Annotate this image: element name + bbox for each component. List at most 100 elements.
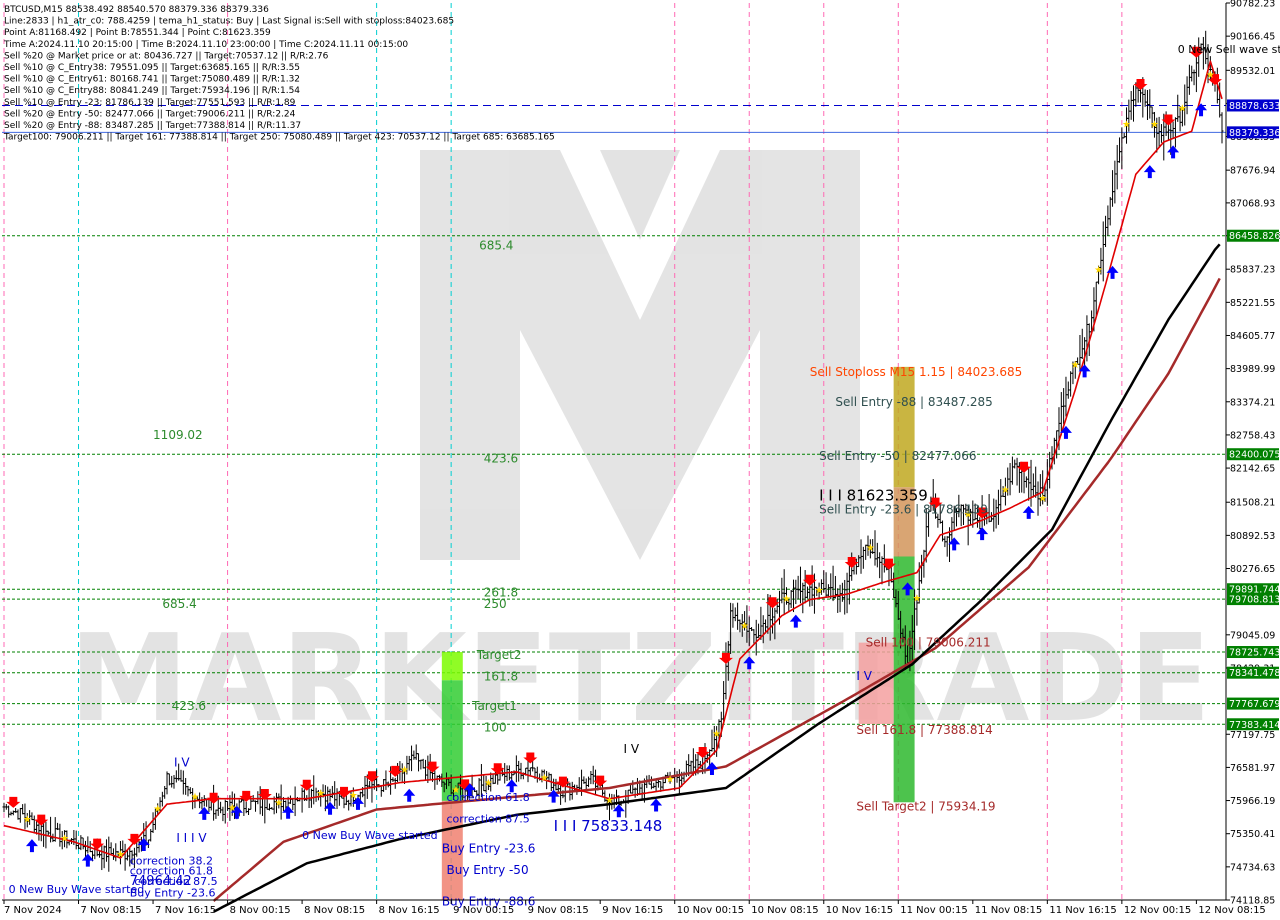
info-line: Target100: 79006.211 || Target 161: 7738…: [3, 133, 555, 143]
chart-annotation: Sell Entry -50 | 82477.066: [819, 449, 976, 463]
chart-annotation: 423.6: [484, 451, 518, 465]
star-icon: ★: [349, 791, 358, 802]
star-icon: ★: [153, 804, 162, 815]
x-tick-label: 7 Nov 16:15: [155, 905, 216, 916]
star-icon: ★: [1094, 265, 1103, 276]
chart-annotation: I V: [856, 669, 872, 683]
info-line: Point A:81168.492 | Point B:78551.344 | …: [4, 28, 271, 38]
y-tick-label: 83374.21: [1230, 397, 1275, 408]
chart-annotation: correction 87.5: [446, 812, 529, 825]
chart-annotation: I V: [174, 755, 190, 769]
chart-annotation: Sell Entry -88 | 83487.285: [835, 395, 992, 409]
chart-annotation: 1109.02: [153, 428, 203, 442]
price-chart[interactable]: MARKETZITRADE ★ ★ ★ ★ ★ ★ ★ ★ ★ ★ ★ ★ ★ ★ ★ ★ ★ ★ ★ ★ ★ ★ ★ ★ ★ ★…: [0, 0, 1280, 920]
star-icon: ★: [782, 594, 791, 605]
star-icon: ★: [540, 773, 549, 784]
y-tick-label: 82758.43: [1230, 430, 1275, 441]
x-tick-label: 10 Nov 00:15: [677, 905, 744, 916]
star-icon: ★: [60, 834, 69, 845]
level-price-label: 77767.679: [1229, 699, 1280, 710]
info-line: Sell %20 @ Entry -50: 82477.066 || Targe…: [4, 109, 296, 119]
info-line: Sell %10 @ C_Entry38: 79551.095 || Targe…: [4, 63, 300, 73]
info-line: Sell %10 @ C_Entry61: 80168.741 || Targe…: [4, 75, 300, 85]
price-axis[interactable]: 90782.2390166.4589532.0188917.2888302.55…: [1225, 0, 1280, 907]
star-icon: ★: [1071, 360, 1080, 371]
star-icon: ★: [1122, 120, 1131, 131]
chart-annotation: 685.4: [162, 597, 196, 611]
info-line: Sell %20 @ Market price or at: 80436.727…: [4, 51, 329, 61]
star-icon: ★: [866, 543, 875, 554]
x-tick-label: 12 Nov 00:15: [1124, 905, 1191, 916]
x-tick-label: 7 Nov 08:15: [81, 905, 142, 916]
star-icon: ★: [400, 765, 409, 776]
info-line: Sell %10 @ Entry -23: 81786.139 || Targe…: [4, 98, 296, 108]
chart-annotation: I I I 75833.148: [554, 817, 663, 835]
x-tick-label: 11 Nov 08:15: [975, 905, 1042, 916]
x-tick-label: 7 Nov 2024: [4, 905, 62, 916]
chart-annotation: Target2: [476, 648, 522, 662]
y-tick-label: 90166.45: [1230, 32, 1275, 43]
star-icon: ★: [190, 792, 199, 803]
level-price-label: 78341.478: [1229, 668, 1280, 679]
star-icon: ★: [116, 849, 125, 860]
level-price-label: 82400.075: [1229, 450, 1280, 461]
chart-annotation: 0 New Buy Wave started: [302, 829, 438, 842]
y-tick-label: 87676.94: [1230, 166, 1275, 177]
info-line: BTCUSD,M15 88538.492 88540.570 88379.336…: [4, 5, 269, 15]
star-icon: ★: [316, 788, 325, 799]
x-tick-label: 9 Nov 08:15: [528, 905, 589, 916]
level-price-label: 86458.826: [1229, 231, 1280, 242]
x-tick-label: 8 Nov 16:15: [379, 905, 440, 916]
y-tick-label: 87068.93: [1230, 198, 1275, 209]
y-tick-label: 74734.63: [1230, 862, 1275, 873]
signal-zone: [893, 366, 915, 488]
x-tick-label: 12 Nov 08:15: [1198, 905, 1265, 916]
info-line: Sell %20 @ Entry -88: 83487.285 || Targe…: [4, 121, 301, 131]
chart-annotation: 74964.42: [130, 874, 192, 889]
y-tick-label: 75966.19: [1230, 796, 1275, 807]
chart-annotation: Sell 161.8 | 77388.814: [856, 723, 992, 737]
star-icon: ★: [228, 803, 237, 814]
star-icon: ★: [274, 798, 283, 809]
chart-annotation: 423.6: [172, 699, 206, 713]
y-tick-label: 80276.65: [1230, 564, 1275, 575]
price-tag-label: 88379.336: [1229, 128, 1280, 139]
info-line: Time A:2024.11.10 20:15:00 | Time B:2024…: [3, 40, 408, 50]
y-tick-label: 80892.53: [1230, 531, 1275, 542]
chart-annotation: 0 New Sell wave started: [1178, 43, 1280, 56]
chart-window[interactable]: MARKETZITRADE ★ ★ ★ ★ ★ ★ ★ ★ ★ ★ ★ ★ ★ ★ ★ ★ ★ ★ ★ ★ ★ ★ ★ ★ ★ ★…: [0, 0, 1280, 920]
level-price-label: 79708.813: [1229, 595, 1280, 606]
chart-annotation: 0 New Buy Wave started: [9, 883, 145, 896]
x-tick-label: 8 Nov 00:15: [230, 905, 291, 916]
x-tick-label: 10 Nov 16:15: [826, 905, 893, 916]
star-icon: ★: [912, 593, 921, 604]
chart-annotation: 100: [484, 720, 507, 734]
signal-zone: [441, 652, 463, 681]
y-tick-label: 85221.55: [1230, 298, 1275, 309]
star-icon: ★: [815, 586, 824, 597]
chart-annotation: Target1: [471, 699, 517, 713]
chart-annotation: correction 61.8: [446, 791, 529, 804]
chart-annotation: 685.4: [479, 239, 513, 253]
chart-annotation: Sell Entry -23.6 | 81786.139: [819, 502, 988, 516]
x-tick-label: 10 Nov 08:15: [751, 905, 818, 916]
level-price-label: 78725.743: [1229, 648, 1280, 659]
star-icon: ★: [605, 795, 614, 806]
star-icon: ★: [1150, 120, 1159, 131]
star-icon: ★: [484, 778, 493, 789]
y-tick-label: 82142.65: [1230, 464, 1275, 475]
y-tick-label: 85837.23: [1230, 265, 1275, 276]
y-tick-label: 79045.09: [1230, 630, 1275, 641]
chart-annotation: I V: [623, 742, 639, 756]
star-icon: ★: [1038, 493, 1047, 504]
x-tick-label: 11 Nov 00:15: [900, 905, 967, 916]
level-price-label: 77383.414: [1229, 720, 1280, 731]
chart-annotation: Buy Entry -23.6: [442, 842, 536, 856]
chart-annotation: Sell Target2 | 75934.19: [856, 800, 995, 814]
chart-annotation: I I I V: [176, 831, 207, 845]
y-tick-label: 89532.01: [1230, 66, 1275, 77]
y-tick-label: 90782.23: [1230, 0, 1275, 10]
star-icon: ★: [1178, 104, 1187, 115]
x-tick-label: 11 Nov 16:15: [1049, 905, 1116, 916]
star-icon: ★: [23, 814, 32, 825]
